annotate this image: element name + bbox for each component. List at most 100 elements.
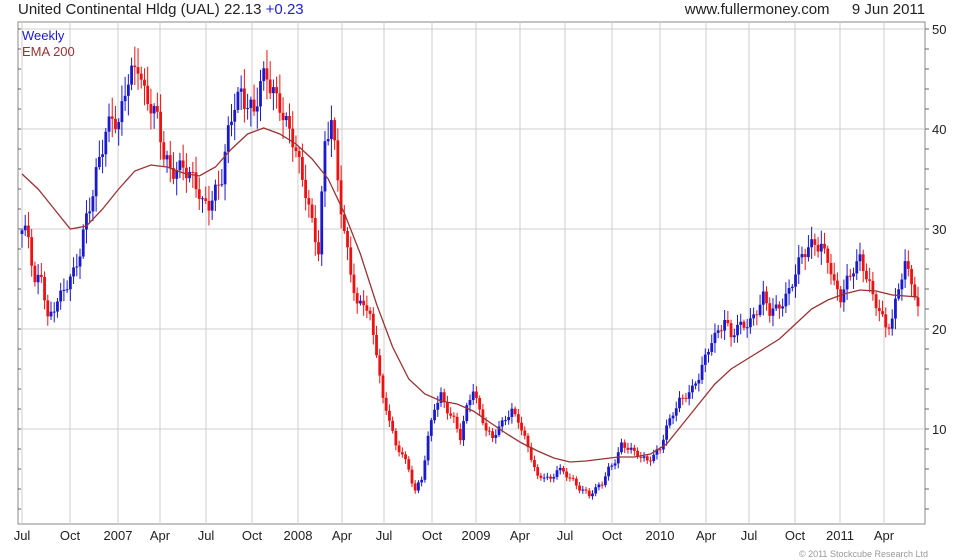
candle-body [539, 475, 543, 478]
candle-body [352, 274, 356, 294]
x-tick-label: Oct [422, 528, 443, 543]
weekly-candle [320, 185, 324, 266]
candle-body [906, 261, 910, 269]
candle-body [423, 460, 427, 480]
x-tick-label: Jul [376, 528, 393, 543]
candle-body [555, 470, 559, 478]
candle-body [565, 471, 569, 478]
candle-body [813, 239, 817, 245]
candle-body [362, 300, 366, 306]
candle-body [758, 304, 762, 315]
candle-body [375, 334, 378, 356]
candle-body [388, 410, 391, 421]
candle-body [594, 487, 598, 494]
candle-body [703, 354, 707, 365]
candle-body [333, 120, 337, 141]
candle-body [639, 456, 643, 458]
candle-body [378, 355, 382, 376]
candle-body [252, 99, 256, 112]
candle-body [88, 211, 92, 214]
candle-body [494, 434, 498, 438]
candle-body [330, 120, 333, 140]
candle-body [143, 79, 146, 86]
candle-body [326, 139, 330, 142]
candle-body [349, 247, 353, 275]
candle-body [320, 191, 324, 255]
y-tick-label: 20 [932, 322, 946, 337]
y-tick-label: 40 [932, 122, 946, 137]
candle-body [336, 140, 340, 181]
candle-body [268, 79, 272, 94]
candle-body [781, 306, 785, 309]
candle-body [742, 321, 746, 328]
candle-body [652, 454, 656, 461]
candle-body [442, 392, 446, 403]
candle-body [587, 490, 591, 497]
candle-body [226, 125, 230, 152]
candle-body [310, 204, 314, 219]
candle-body [520, 422, 523, 431]
candle-body [114, 118, 117, 130]
candle-body [197, 189, 201, 199]
candle-body [800, 254, 804, 258]
candle-body [181, 160, 185, 168]
candle-body [359, 300, 362, 304]
candle-body [75, 266, 79, 268]
candle-body [91, 196, 95, 212]
candle-body [858, 254, 862, 262]
legend-ema: EMA 200 [22, 44, 75, 59]
candle-body [230, 121, 233, 126]
candle-body [107, 116, 111, 132]
x-tick-label: Apr [696, 528, 717, 543]
candle-body [545, 476, 549, 478]
candle-body [165, 155, 169, 160]
candle-body [591, 493, 594, 497]
x-tick-label: Oct [242, 528, 263, 543]
candle-body [600, 484, 604, 486]
candle-body [294, 147, 298, 152]
x-tick-label: Apr [332, 528, 353, 543]
candle-body [139, 73, 143, 80]
weekly-candle [426, 431, 430, 466]
candle-body [826, 248, 830, 263]
candle-body [803, 254, 807, 258]
candle-body [43, 276, 46, 301]
candle-body [126, 84, 130, 96]
candle-body [916, 297, 920, 307]
candle-body [404, 454, 407, 460]
candle-body [562, 467, 565, 472]
candle-body [684, 397, 688, 399]
candle-body [133, 65, 137, 68]
candle-body [288, 116, 291, 129]
candle-body [884, 314, 888, 328]
candle-body [72, 267, 75, 277]
candle-body [391, 420, 395, 431]
candle-body [478, 398, 482, 410]
candle-body [645, 456, 649, 461]
candle-body [152, 106, 156, 114]
candle-body [681, 397, 685, 399]
candle-body [155, 106, 159, 112]
candle-body [823, 243, 826, 249]
candle-body [768, 303, 772, 316]
candle-body [700, 364, 704, 380]
candle-body [661, 439, 665, 450]
legend-ema-label: EMA 200 [22, 44, 75, 59]
candle-body [819, 243, 823, 252]
candle-body [355, 293, 359, 304]
x-tick-label: Jul [198, 528, 215, 543]
candle-body [913, 284, 917, 298]
candle-body [852, 273, 855, 277]
candle-body [94, 167, 98, 197]
candle-body [123, 95, 127, 102]
candle-body [504, 420, 507, 422]
candle-body [204, 198, 208, 201]
candle-body [752, 314, 756, 319]
candle-body [632, 447, 636, 451]
candle-body [723, 319, 727, 331]
x-tick-label: 2010 [646, 528, 675, 543]
candle-body [868, 279, 872, 281]
candle-body [20, 230, 24, 234]
candle-body [368, 310, 372, 314]
candle-body [794, 274, 797, 287]
